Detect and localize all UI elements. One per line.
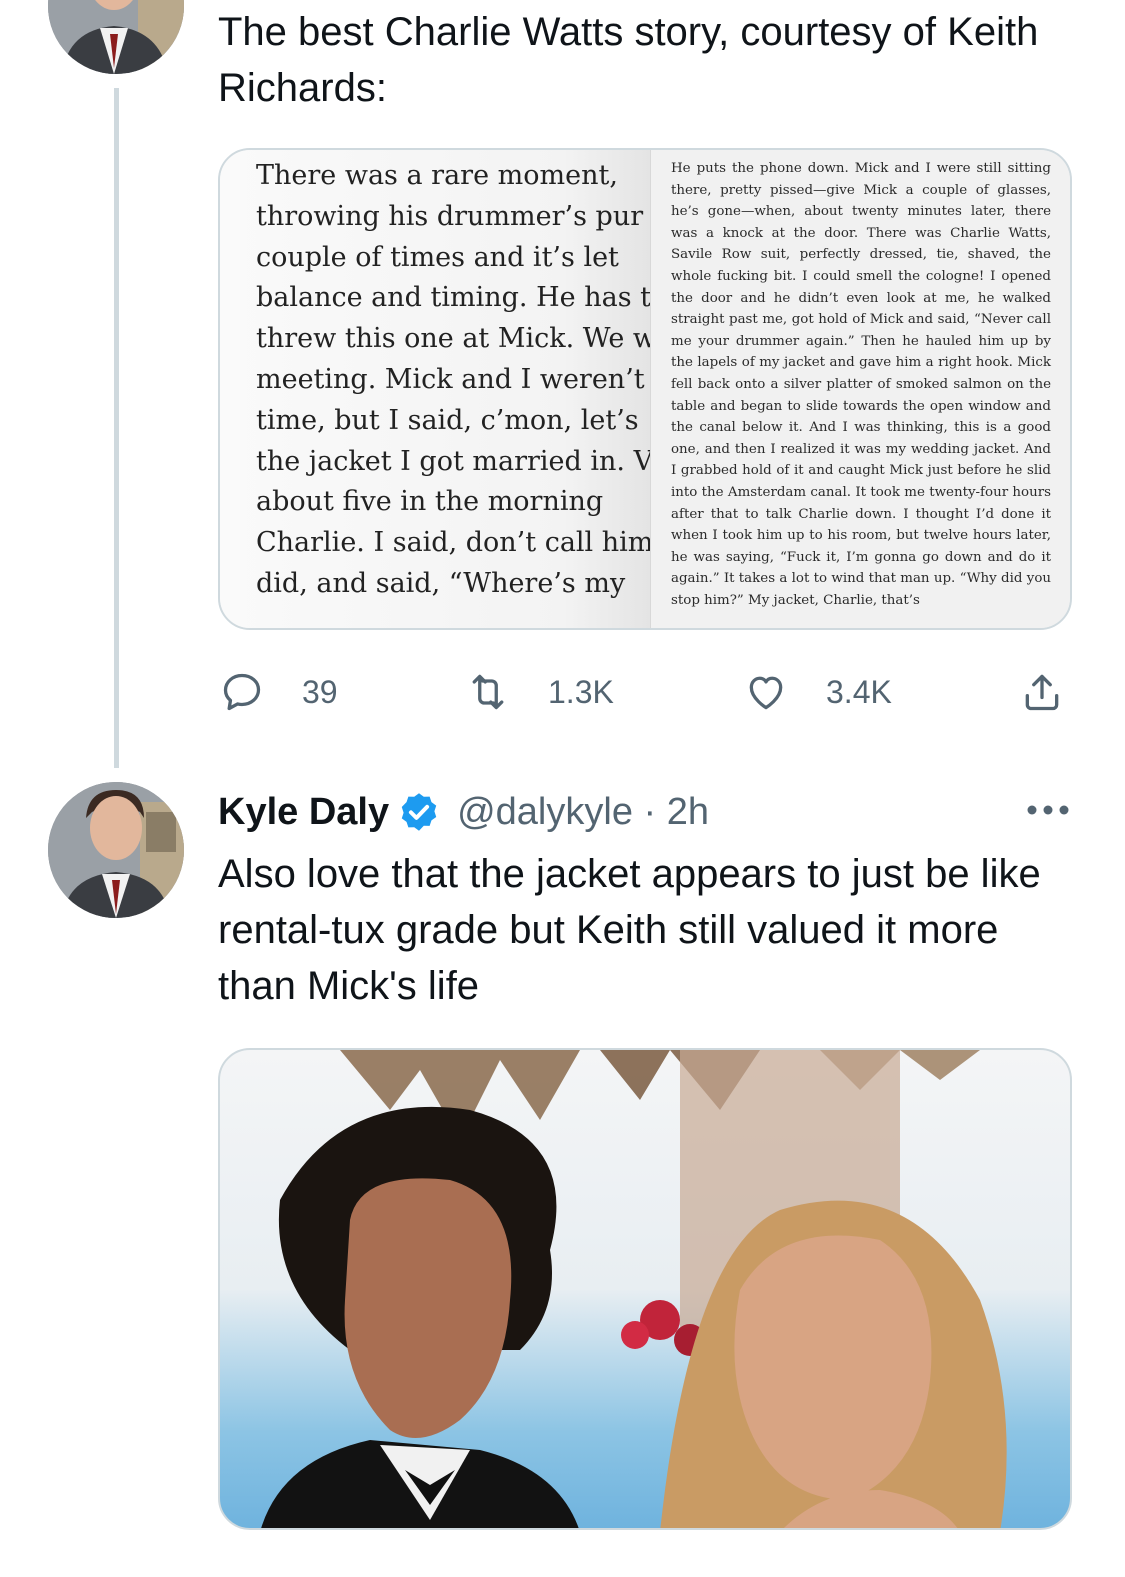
retweet-icon bbox=[472, 674, 504, 710]
reply-icon bbox=[223, 673, 261, 711]
tweet-text: The best Charlie Watts story, courtesy o… bbox=[218, 10, 1039, 110]
like-icon bbox=[749, 676, 783, 710]
tweet-text: Also love that the jacket appears to jus… bbox=[218, 852, 1041, 1008]
book-page-image[interactable]: There was a rare moment, throwing his dru… bbox=[218, 148, 1072, 630]
retweet-count: 1.3K bbox=[548, 673, 614, 710]
book-left-page: There was a rare moment, throwing his dru… bbox=[220, 150, 650, 628]
photo-image[interactable] bbox=[218, 1048, 1072, 1530]
verified-badge-icon bbox=[401, 793, 437, 831]
like-button[interactable]: 3.4K bbox=[744, 664, 892, 720]
retweet-button[interactable]: 1.3K bbox=[466, 664, 614, 720]
book-right-page: He puts the phone down. Mick and I were … bbox=[650, 150, 1070, 628]
book-left-line: about five in the morning bbox=[256, 486, 604, 518]
like-count: 3.4K bbox=[826, 673, 892, 710]
book-left-line: time, but I said, c’mon, let’s bbox=[256, 404, 639, 436]
avatar-kyle-daly[interactable] bbox=[48, 782, 184, 918]
display-name[interactable]: Kyle Daly bbox=[218, 791, 389, 834]
more-icon[interactable] bbox=[1024, 796, 1072, 824]
book-left-line: threw this one at Mick. We w bbox=[256, 323, 650, 355]
book-left-line: the jacket I got married in. V bbox=[256, 445, 650, 477]
tweet-header: Kyle Daly @dalykyle · 2h bbox=[218, 784, 709, 840]
avatar-top[interactable] bbox=[48, 0, 184, 74]
share-button[interactable] bbox=[1020, 664, 1064, 720]
reply-count: 39 bbox=[302, 673, 338, 710]
handle-and-time[interactable]: @dalykyle · 2h bbox=[457, 791, 709, 834]
book-left-line: throwing his drummer’s pur bbox=[256, 200, 644, 232]
book-left-line: did, and said, “Where’s my bbox=[256, 567, 626, 599]
book-left-line: There was a rare moment, bbox=[256, 160, 618, 191]
book-left-line: balance and timing. He has t bbox=[256, 282, 650, 314]
tweet-actions: 39 1.3K 3.4K bbox=[218, 664, 1078, 720]
thread-line bbox=[114, 88, 119, 768]
book-left-text: There was a rare moment, throwing his dru… bbox=[256, 156, 650, 605]
reply-button[interactable]: 39 bbox=[220, 664, 338, 720]
book-left-line: meeting. Mick and I weren’t bbox=[256, 363, 645, 395]
book-left-line: Charlie. I said, don’t call him, bbox=[256, 527, 650, 559]
share-icon bbox=[1025, 674, 1059, 711]
book-right-text: He puts the phone down. Mick and I were … bbox=[671, 161, 1051, 608]
book-left-line: couple of times and it’s let bbox=[256, 241, 619, 273]
